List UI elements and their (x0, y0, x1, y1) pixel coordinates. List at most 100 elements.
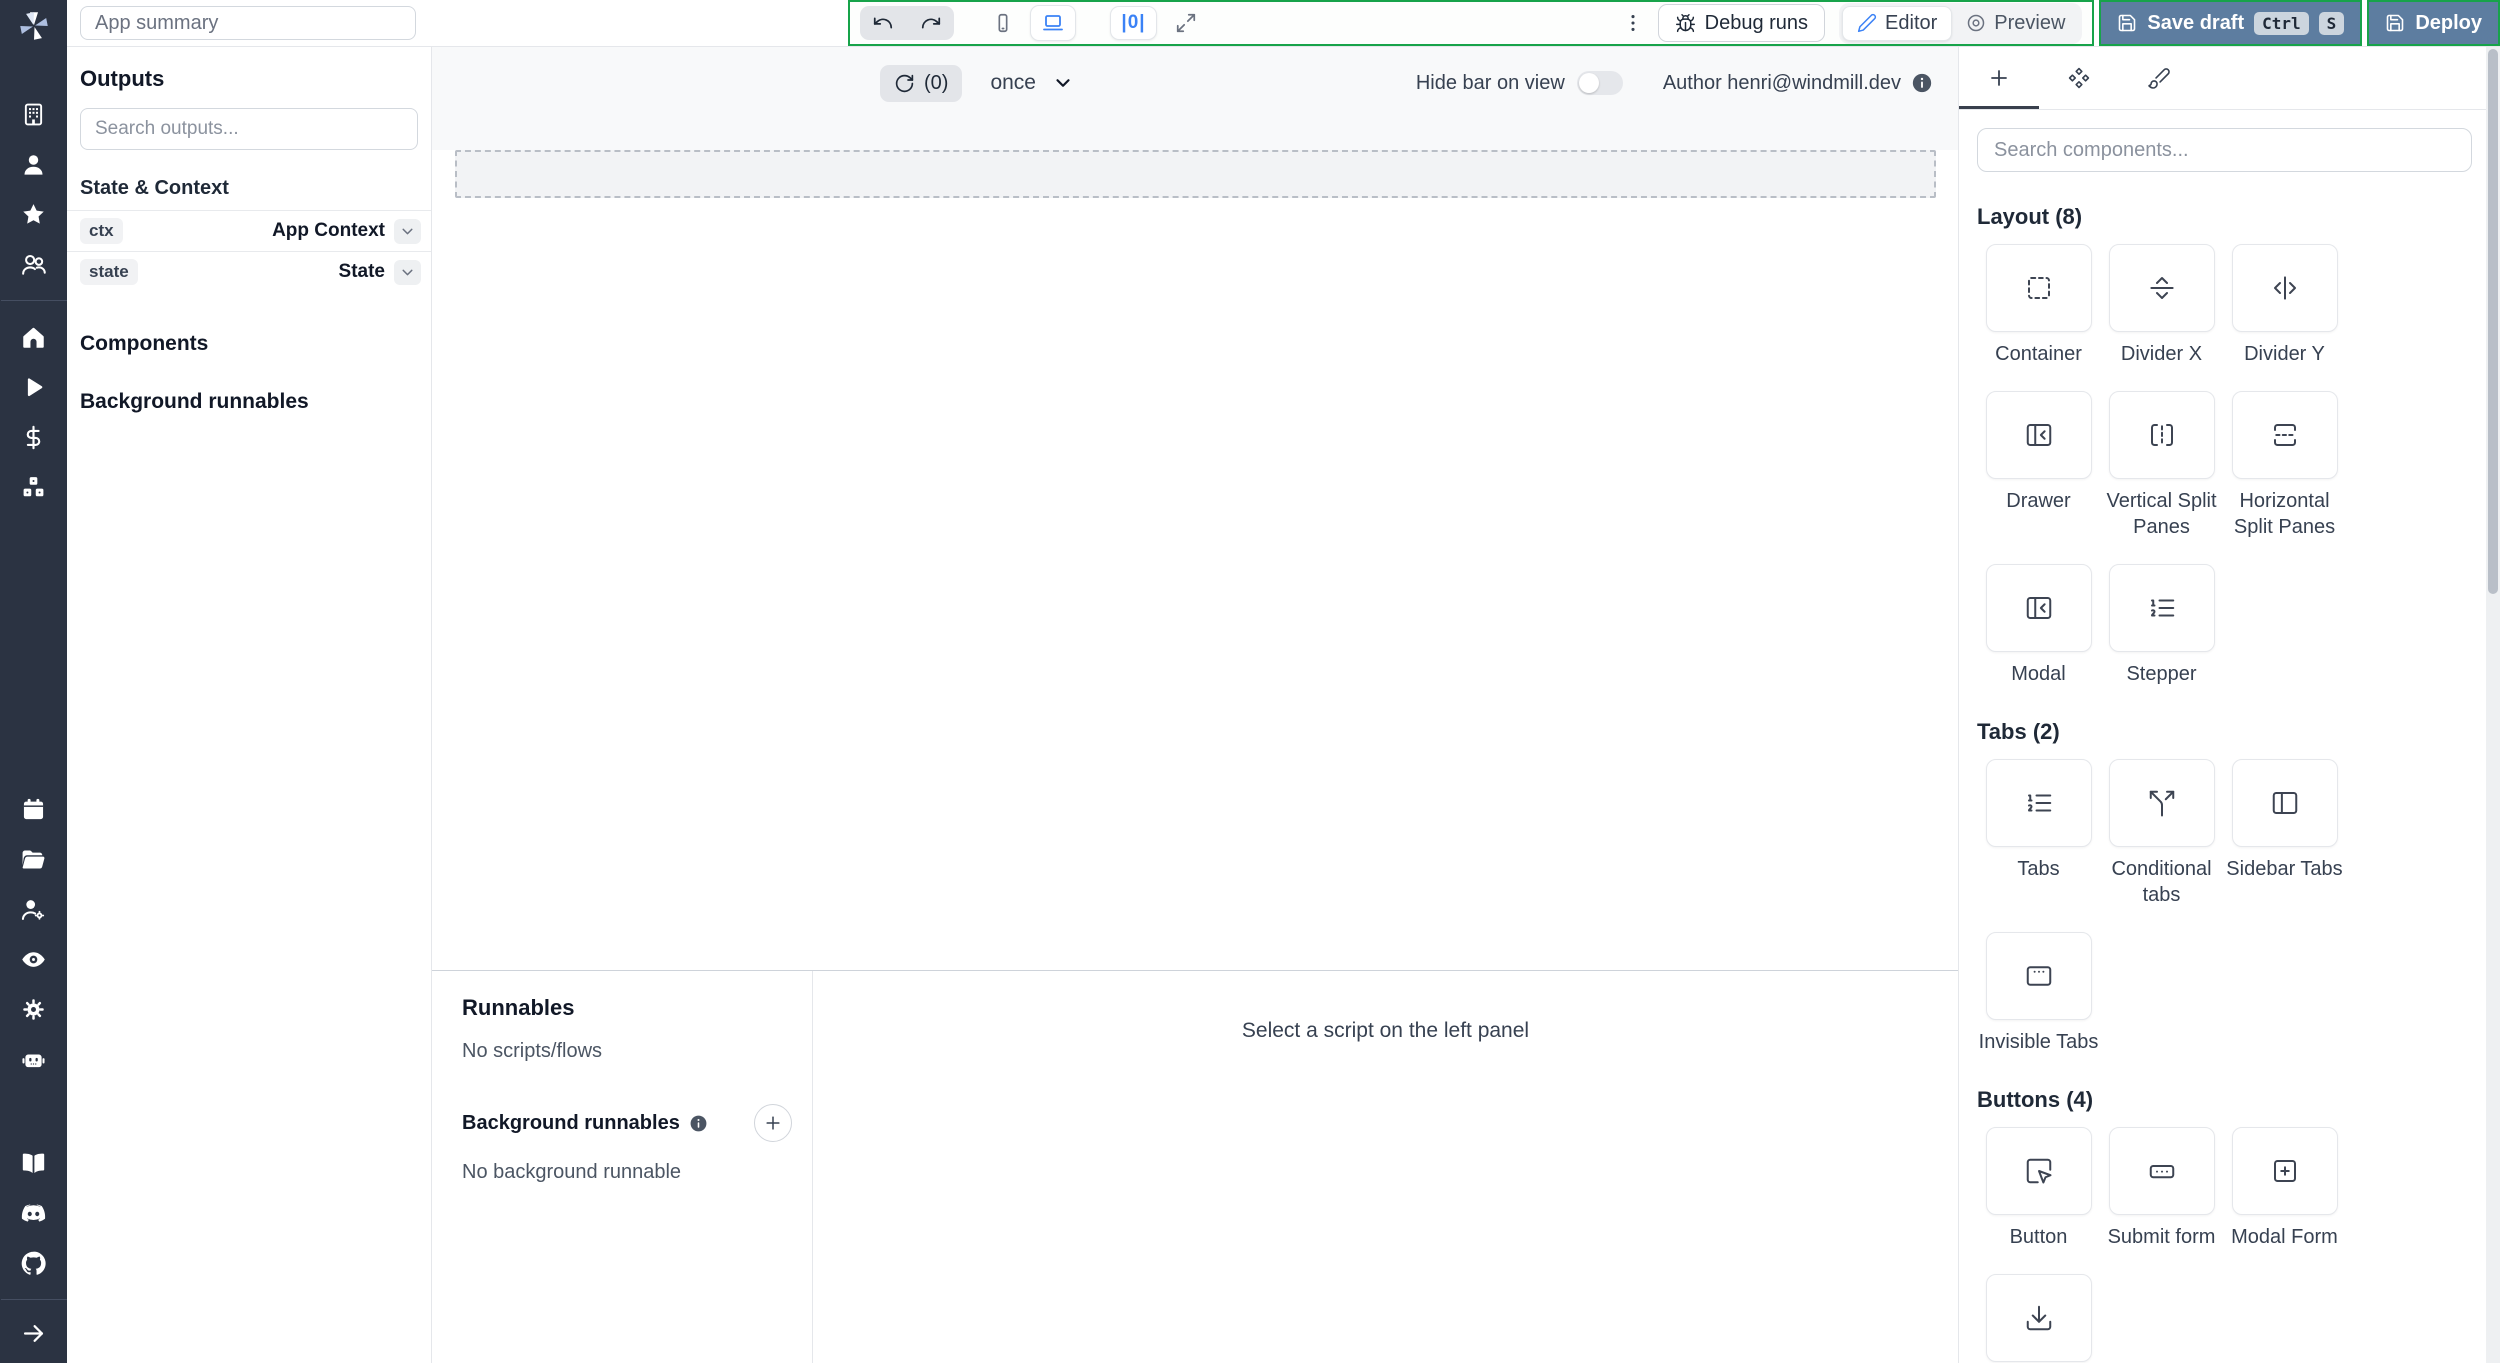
sidebar-item-folder[interactable] (14, 846, 54, 873)
sidebar-item-discord[interactable] (14, 1200, 54, 1227)
boxes-icon (23, 477, 44, 497)
author-info-icon[interactable] (1911, 72, 1933, 94)
pencil-icon (1857, 13, 1877, 33)
tabs-icon (2027, 794, 2051, 812)
component-card-download-button[interactable]: Download Button (1977, 1274, 2100, 1363)
component-card-submit-form[interactable]: Submit form (2100, 1127, 2223, 1250)
background-runnables-title: Background runnables (462, 1111, 680, 1134)
refresh-button[interactable]: (0) (880, 64, 963, 102)
sidebar-item-play[interactable] (14, 374, 54, 401)
empty-grid-placeholder[interactable] (455, 150, 1936, 198)
app-canvas[interactable] (432, 150, 1958, 970)
center-align-icon: |0| (1121, 12, 1146, 33)
component-card-box (2108, 391, 2215, 479)
component-card-divider-y[interactable]: Divider Y (2223, 244, 2346, 367)
component-card-stepper[interactable]: Stepper (2100, 564, 2223, 687)
sidebar-group-2 (14, 301, 54, 501)
component-card-label: Button (2009, 1226, 2068, 1248)
settings-icon (23, 999, 44, 1020)
component-card-drawer[interactable]: Drawer (1977, 391, 2100, 540)
ctx-row[interactable]: ctx App Context (67, 210, 431, 251)
component-card-sidebar-tabs[interactable]: Sidebar Tabs (2223, 759, 2346, 908)
sidebar-item-settings[interactable] (14, 996, 54, 1023)
drawer-icon (2026, 424, 2051, 446)
redo-button[interactable] (920, 12, 942, 34)
component-card-box (1985, 1127, 2092, 1215)
search-components-input[interactable] (1977, 128, 2472, 172)
tab-insert-component[interactable] (1959, 47, 2039, 109)
save-draft-button[interactable]: Save draft Ctrl S (2101, 2, 2361, 44)
sidebar-item-boxes[interactable] (14, 474, 54, 501)
search-outputs-input[interactable] (80, 108, 418, 150)
sidebar-tabs-icon (2272, 792, 2297, 814)
history-group (860, 6, 955, 40)
component-card-box (2108, 564, 2215, 652)
component-grid: Button Submit form Modal Form Download Butt… (1977, 1127, 2482, 1363)
component-card-modal-form[interactable]: Modal Form (2223, 1127, 2346, 1250)
center-canvas-button[interactable]: |0| (1110, 6, 1157, 40)
sidebar-item-users[interactable] (14, 251, 54, 278)
refresh-icon (895, 74, 914, 92)
component-card-tabs[interactable]: Tabs (1977, 759, 2100, 908)
state-expand-button[interactable] (394, 259, 421, 285)
ctx-value: App Context (272, 220, 385, 241)
sidebar-divider (0, 1299, 67, 1300)
expand-sidebar-button[interactable] (14, 1322, 54, 1349)
hide-bar-toggle[interactable] (1576, 71, 1623, 95)
background-info-icon[interactable] (689, 1114, 708, 1133)
fullscreen-button[interactable] (1167, 7, 1205, 39)
sidebar-item-calendar[interactable] (14, 796, 54, 823)
component-card-container[interactable]: Container (1977, 244, 2100, 367)
sidebar-item-star[interactable] (14, 201, 54, 228)
component-card-divider-x[interactable]: Divider X (2100, 244, 2223, 367)
sidebar-item-user-cog[interactable] (14, 896, 54, 923)
mobile-view-button[interactable] (984, 7, 1022, 39)
book-icon (22, 1153, 45, 1173)
component-card-horizontal-split-panes[interactable]: Horizontal Split Panes (2223, 391, 2346, 540)
scrollbar-thumb[interactable] (2488, 49, 2498, 594)
sidebar-item-bot[interactable] (14, 1046, 54, 1073)
component-card-label: Stepper (2126, 663, 2197, 685)
runnables-panel: Runnables No scripts/flows Background ru… (432, 970, 1958, 1363)
toolbar-highlight-wrap: |0| Debug runs Editor Preview Save draft… (848, 0, 2500, 46)
ctx-expand-button[interactable] (394, 218, 421, 244)
sidebar-item-eye[interactable] (14, 946, 54, 973)
tab-styling[interactable] (2119, 47, 2199, 109)
save-icon (2119, 14, 2136, 32)
component-card-invisible-tabs[interactable]: Invisible Tabs (1977, 932, 2100, 1055)
sidebar-item-book[interactable] (14, 1150, 54, 1177)
add-background-runnable-button[interactable] (754, 1104, 792, 1142)
deploy-button[interactable]: Deploy (2369, 2, 2498, 44)
editor-label: Editor (1885, 11, 1938, 34)
sidebar-item-user[interactable] (14, 151, 54, 178)
app-summary-input[interactable] (80, 6, 416, 40)
sidebar-item-building[interactable] (14, 101, 54, 128)
component-card-box (1985, 1274, 2092, 1362)
sidebar-item-home[interactable] (14, 324, 54, 351)
refresh-mode-dropdown[interactable] (1052, 72, 1074, 94)
component-card-conditional-tabs[interactable]: Conditional tabs (2100, 759, 2223, 908)
more-options-button[interactable] (1622, 12, 1644, 34)
component-card-label: Container (1995, 343, 2082, 365)
component-section-title: Tabs (2) (1977, 719, 2060, 744)
sidebar-item-github[interactable] (14, 1250, 54, 1277)
component-card-label: Sidebar Tabs (2226, 858, 2343, 880)
state-value: State (338, 261, 385, 282)
scrollbar-track[interactable] (2486, 47, 2500, 1363)
windmill-logo-icon[interactable] (16, 8, 52, 49)
no-scripts-text: No scripts/flows (462, 1040, 603, 1062)
editor-tab[interactable]: Editor (1842, 5, 1953, 41)
component-card-button[interactable]: Button (1977, 1127, 2100, 1250)
desktop-view-button[interactable] (1030, 5, 1077, 41)
sidebar-item-dollar[interactable] (14, 424, 54, 451)
component-card-vertical-split-panes[interactable]: Vertical Split Panes (2100, 391, 2223, 540)
component-card-label: Modal (2011, 663, 2066, 685)
component-card-modal[interactable]: Modal (1977, 564, 2100, 687)
debug-runs-button[interactable]: Debug runs (1657, 4, 1826, 42)
deploy-highlight: Deploy (2367, 0, 2500, 46)
state-row[interactable]: state State (67, 251, 431, 292)
tab-component-settings[interactable] (2039, 47, 2119, 109)
preview-tab[interactable]: Preview (1952, 7, 2079, 40)
undo-button[interactable] (872, 12, 894, 34)
runnables-list: Runnables No scripts/flows Background ru… (432, 971, 813, 1363)
